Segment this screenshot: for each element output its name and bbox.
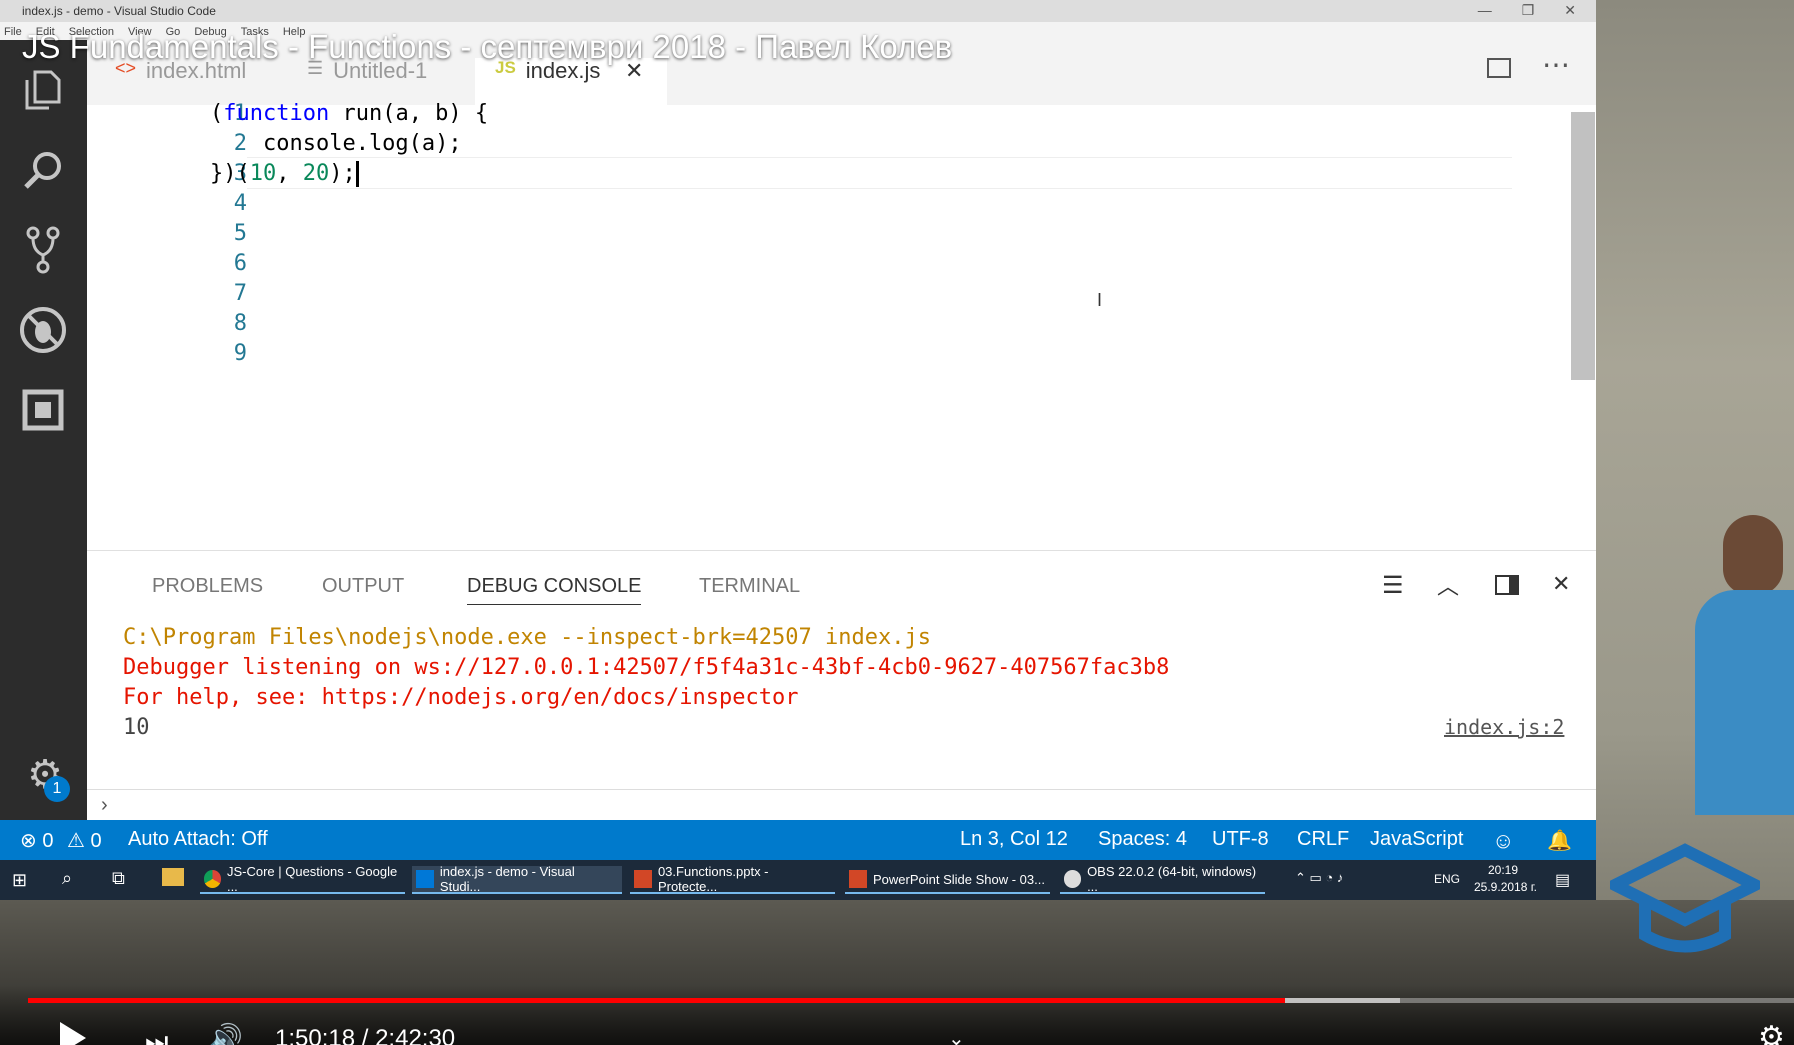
video-progress-bar[interactable]	[28, 998, 1794, 1003]
taskbar-powerpoint[interactable]: 03.Functions.pptx - Protecte...	[630, 864, 835, 894]
language-mode-status[interactable]: JavaScript	[1370, 828, 1463, 851]
taskbar-vscode[interactable]: index.js - demo - Visual Studi...	[412, 864, 622, 894]
line-number: 6	[233, 251, 247, 276]
eol-status[interactable]: CRLF	[1297, 828, 1349, 851]
volume-icon[interactable]: 🔊	[208, 1022, 243, 1045]
console-input[interactable]: ›	[87, 789, 1596, 821]
tab-debug-console[interactable]: DEBUG CONSOLE	[467, 575, 642, 605]
problems-status[interactable]: ⊗ 0 ⚠ 0	[20, 828, 102, 853]
obs-icon	[1064, 870, 1082, 888]
activity-bar: ⚙ 1	[0, 40, 87, 820]
warning-icon: ⚠	[67, 830, 85, 852]
taskbar-chrome[interactable]: JS-Core | Questions - Google ...	[200, 864, 405, 894]
played-bar	[28, 998, 1286, 1003]
tab-output[interactable]: OUTPUT	[322, 575, 404, 598]
auto-attach-status[interactable]: Auto Attach: Off	[128, 828, 268, 851]
taskbar-search-icon[interactable]: ⌕	[62, 868, 72, 889]
slideshow-icon	[849, 870, 867, 888]
line-number: 7	[233, 281, 247, 306]
tab-terminal[interactable]: TERMINAL	[699, 575, 800, 598]
menu-file[interactable]: File	[4, 26, 22, 40]
feedback-smiley-icon[interactable]: ☺	[1492, 828, 1514, 854]
video-time: 1:50:18 / 2:42:30	[275, 1025, 456, 1045]
chevron-up-icon[interactable]: ︿	[1437, 569, 1459, 601]
window-titlebar: index.js - demo - Visual Studio Code — ❐…	[0, 0, 1596, 22]
indentation-status[interactable]: Spaces: 4	[1098, 828, 1187, 851]
console-command-line: C:\Program Files\nodejs\node.exe --inspe…	[123, 625, 931, 650]
restore-icon[interactable]: ❐	[1522, 2, 1535, 19]
minimize-icon[interactable]: —	[1478, 2, 1492, 19]
console-debugger-line: Debugger listening on ws://127.0.0.1:425…	[123, 655, 1170, 680]
line-number: 4	[233, 191, 247, 216]
video-player[interactable]: { "video": { "title": "JS Fundamentals -…	[0, 0, 1794, 1045]
console-help-line: For help, see: https://nodejs.org/en/doc…	[123, 685, 799, 710]
extensions-icon[interactable]	[18, 385, 68, 435]
tray-icons[interactable]: ⌃ ▭ ◔ ♪	[1295, 870, 1343, 886]
windows-taskbar: ⊞ ⌕ ⧉ JS-Core | Questions - Google ... i…	[0, 860, 1596, 900]
notifications-bell-icon[interactable]: 🔔	[1547, 828, 1572, 853]
taskbar-slideshow[interactable]: PowerPoint Slide Show - 03...	[845, 866, 1050, 894]
input-language[interactable]: ENG	[1434, 872, 1460, 886]
chevron-down-icon[interactable]: ⌄	[948, 1026, 965, 1045]
clock-time[interactable]: 20:19	[1488, 863, 1518, 877]
presenter-figure	[1695, 515, 1794, 815]
tab-problems[interactable]: PROBLEMS	[152, 575, 263, 598]
file-explorer-icon[interactable]	[162, 868, 184, 886]
graduation-cap-logo	[1610, 843, 1760, 953]
split-editor-icon[interactable]	[1487, 58, 1511, 78]
panel-layout-icon[interactable]	[1495, 575, 1519, 595]
clear-console-icon[interactable]: ☰	[1382, 571, 1404, 600]
vscode-window: index.js - demo - Visual Studio Code — ❐…	[0, 0, 1596, 900]
window-title: index.js - demo - Visual Studio Code	[22, 4, 216, 18]
next-icon[interactable]: ⏭	[145, 1026, 168, 1045]
taskbar-obs[interactable]: OBS 22.0.2 (64-bit, windows) ...	[1060, 864, 1265, 894]
current-line-highlight	[247, 157, 1512, 189]
encoding-status[interactable]: UTF-8	[1212, 828, 1269, 851]
close-icon[interactable]: ✕	[1564, 2, 1576, 19]
line-number: 8	[233, 311, 247, 336]
code-line-1: (function run(a, b) {	[210, 101, 489, 126]
settings-badge: 1	[44, 776, 70, 802]
line-number: 9	[233, 341, 247, 366]
console-output-value: 10	[123, 715, 150, 740]
search-icon[interactable]	[18, 145, 68, 195]
text-select-cursor-icon: I	[1097, 290, 1103, 310]
settings-gear-icon[interactable]: ⚙ 1	[20, 750, 70, 802]
code-editor[interactable]: 1 2 3 4 5 6 7 8 9 (function run(a, b) { …	[87, 101, 1596, 550]
cursor-position-status[interactable]: Ln 3, Col 12	[960, 828, 1068, 851]
vscode-icon	[416, 870, 434, 888]
chevron-right-icon: ›	[101, 794, 108, 816]
video-controls	[0, 985, 1794, 1045]
play-icon[interactable]	[60, 1022, 86, 1045]
close-panel-icon[interactable]: ✕	[1552, 571, 1570, 597]
bottom-panel: PROBLEMS OUTPUT DEBUG CONSOLE TERMINAL ☰…	[87, 550, 1596, 820]
clock-date[interactable]: 25.9.2018 г.	[1474, 880, 1537, 894]
windows-start-icon[interactable]: ⊞	[12, 870, 27, 891]
video-title[interactable]: JS Fundamentals - Functions - септември …	[22, 28, 952, 66]
source-location-link[interactable]: index.js:2	[1444, 715, 1564, 739]
task-view-icon[interactable]: ⧉	[112, 868, 125, 889]
powerpoint-icon	[634, 870, 652, 888]
line-number: 5	[233, 221, 247, 246]
debug-icon[interactable]	[18, 305, 68, 355]
explorer-icon[interactable]	[18, 65, 68, 115]
more-actions-icon[interactable]: ⋯	[1542, 48, 1570, 81]
error-icon: ⊗	[20, 830, 37, 852]
editor-scrollbar[interactable]	[1571, 112, 1595, 380]
source-control-icon[interactable]	[18, 225, 68, 275]
action-center-icon[interactable]: ▤	[1555, 870, 1570, 890]
chrome-icon	[204, 870, 221, 888]
status-bar: ⊗ 0 ⚠ 0 Auto Attach: Off Ln 3, Col 12 Sp…	[0, 820, 1596, 860]
settings-icon[interactable]: ⚙	[1758, 1020, 1785, 1045]
code-line-2: console.log(a);	[210, 131, 462, 156]
